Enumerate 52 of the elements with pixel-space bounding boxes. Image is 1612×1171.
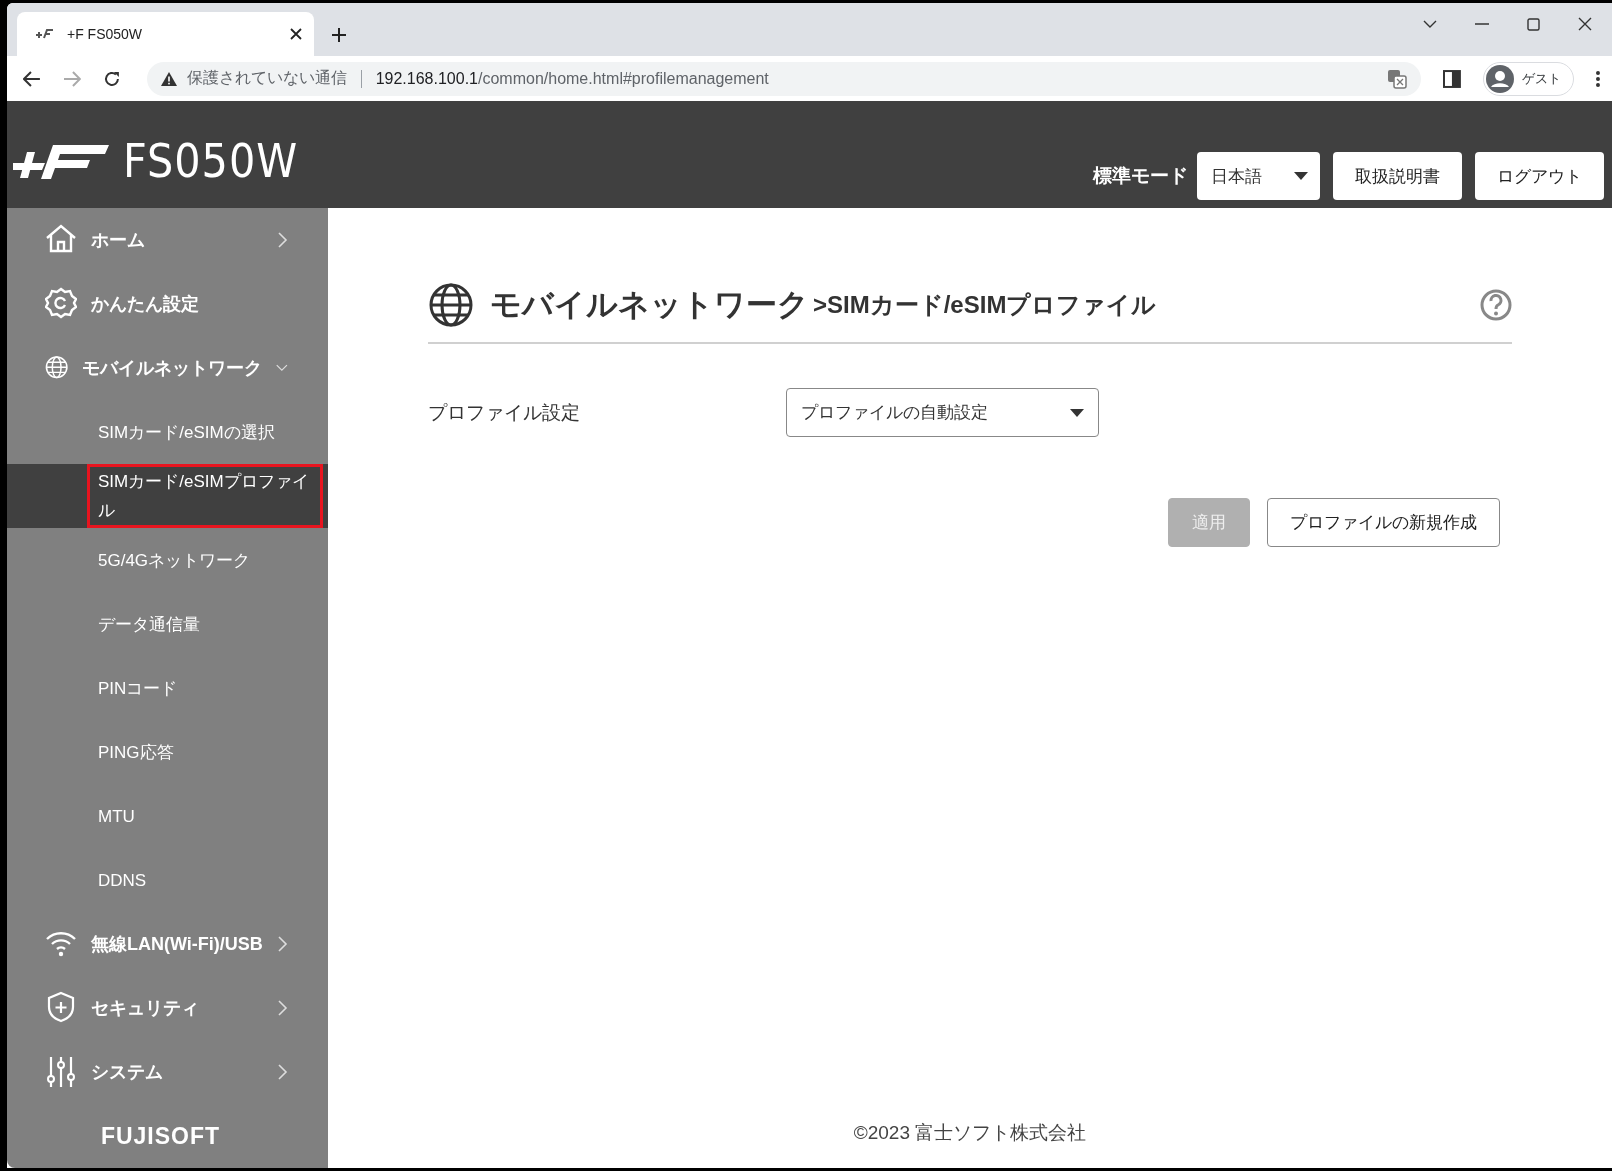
security-label: 保護されていない通信 <box>186 68 347 88</box>
sidebar-item[interactable]: ホーム <box>7 208 328 272</box>
reload-icon[interactable] <box>102 69 121 88</box>
warning-icon <box>160 71 177 86</box>
sidebar-item[interactable]: システム <box>7 1040 328 1104</box>
sidebar-item[interactable]: かんたん設定 <box>7 272 328 336</box>
field-label: プロファイル設定 <box>428 400 581 425</box>
sidebar-subitem[interactable]: 5G/4Gネットワーク <box>87 528 323 592</box>
caret-icon <box>1294 172 1308 180</box>
maximize-icon[interactable] <box>1527 17 1540 31</box>
chevron-down-icon[interactable] <box>1423 20 1437 28</box>
mode-label: 標準モード <box>1093 164 1188 188</box>
sliders-icon <box>45 1055 77 1089</box>
close-icon[interactable] <box>1578 17 1592 31</box>
avatar-icon <box>1486 64 1514 93</box>
header-button[interactable]: 取扱説明書 <box>1333 152 1462 200</box>
side-panel-icon[interactable] <box>1443 69 1461 88</box>
sidebar-subitem[interactable]: データ通信量 <box>87 592 323 656</box>
profile-dropdown[interactable]: プロファイルの自動設定 <box>786 388 1099 437</box>
caret-icon <box>1070 408 1084 417</box>
translate-icon[interactable] <box>1387 68 1408 89</box>
sidebar-subitem[interactable]: SIMカード/eSIMの選択 <box>87 400 323 464</box>
close-icon[interactable] <box>290 28 302 40</box>
back-icon[interactable] <box>23 70 41 87</box>
header-button[interactable]: ログアウト <box>1475 152 1604 200</box>
sidebar-item[interactable]: 無線LAN(Wi-Fi)/USB <box>7 912 328 976</box>
copyright-text: ©2023 富士ソフト株式会社 <box>852 1121 1088 1145</box>
page-title: モバイルネットワーク <box>490 286 809 324</box>
sidebar-subitem[interactable]: MTU <box>87 784 323 848</box>
sidebar-subitem[interactable]: SIMカード/eSIMプロファイル <box>87 464 323 528</box>
globe-icon <box>428 282 474 328</box>
new-tab-icon[interactable] <box>332 28 346 42</box>
action-button[interactable]: プロファイルの新規作成 <box>1267 498 1500 547</box>
sidebar-subitem[interactable]: PINコード <box>87 656 323 720</box>
sidebar-item[interactable]: セキュリティ <box>7 976 328 1040</box>
sidebar-subitem[interactable]: PING応答 <box>87 720 323 784</box>
shield-icon <box>45 991 77 1025</box>
url-text: 192.168.100.1/common/home.html#profilemanagement <box>375 69 770 88</box>
sidebar-item[interactable]: モバイルネットワーク <box>7 336 328 400</box>
gear-icon <box>45 287 77 321</box>
brand-logo: FUJISOFT <box>100 1123 221 1151</box>
address-bar[interactable]: 保護されていない通信 192.168.100.1/common/home.html#profilemanagement <box>146 61 1422 96</box>
page-subtitle: >SIMカード/eSIMプロファイル <box>813 290 1158 320</box>
site-logo-icon <box>35 29 53 39</box>
language-dropdown[interactable]: 日本語 <box>1197 152 1320 200</box>
more-icon[interactable] <box>1596 70 1600 87</box>
help-icon[interactable] <box>1480 289 1512 321</box>
tab-title: +F FS050W <box>67 26 144 42</box>
product-name: FS050W <box>123 134 299 188</box>
logo-icon <box>13 143 109 179</box>
sidebar-subitem[interactable]: DDNS <box>87 848 323 912</box>
browser-tab[interactable]: +F FS050W <box>17 12 314 56</box>
